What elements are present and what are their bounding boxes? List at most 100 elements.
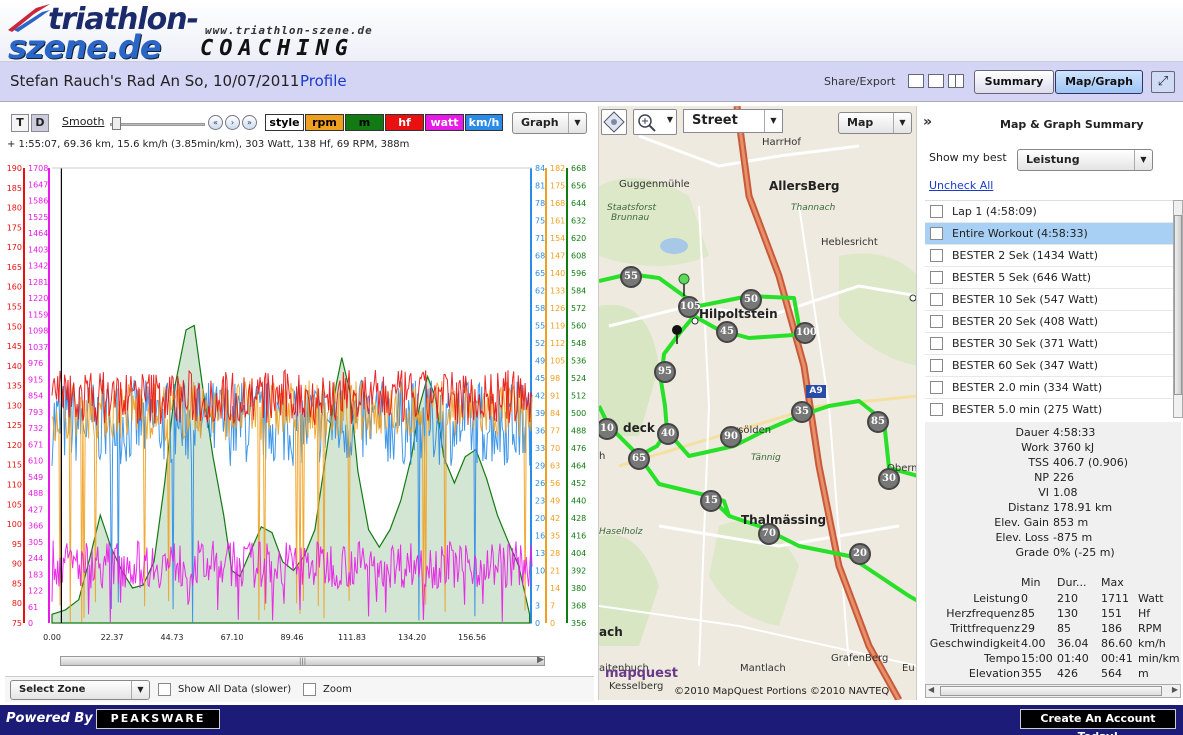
map-panel[interactable]: HarrHof Guggenmühle AllersBerg Staatsforst B… [598, 106, 917, 700]
series-toggle-rpm[interactable]: rpm [305, 114, 344, 131]
nav-last-icon[interactable]: » [242, 115, 257, 130]
lap-checkbox[interactable] [930, 381, 943, 394]
map-style-dropdown[interactable]: Street ▼ [683, 109, 783, 133]
km-marker[interactable]: 50 [740, 289, 762, 311]
map-place-label: h [599, 451, 606, 462]
nav-next-icon[interactable]: › [225, 115, 240, 130]
elevation-axis-tick: 500 [571, 409, 586, 418]
series-toggle-style[interactable]: style [265, 114, 304, 131]
zoom-checkbox[interactable] [303, 683, 316, 696]
hf-axis-tick: 75 [12, 619, 22, 628]
elevation-axis-tick: 356 [571, 619, 586, 628]
create-account-button[interactable]: Create An Account Today! [1020, 709, 1176, 735]
lap-checkbox[interactable] [930, 293, 943, 306]
lap-list-item[interactable]: Entire Workout (4:58:33) [925, 223, 1173, 245]
lap-list-item[interactable]: BESTER 30 Sek (371 Watt) [925, 333, 1173, 355]
minmax-cell: m [1138, 667, 1149, 680]
lap-list-scrollbar[interactable] [1173, 200, 1183, 418]
stat-value: 4:58:33 [1053, 426, 1096, 439]
km-marker[interactable]: 90 [720, 426, 742, 448]
minmax-cell: Tempo [983, 652, 1020, 665]
km-marker[interactable]: 40 [657, 423, 679, 445]
lap-checkbox[interactable] [930, 249, 943, 262]
uncheck-all-link[interactable]: Uncheck All [929, 179, 993, 192]
graph-type-dropdown[interactable]: Graph ▼ [512, 112, 587, 134]
km-marker[interactable]: 105 [678, 296, 701, 318]
km-marker[interactable]: 65 [628, 448, 650, 470]
series-toggle-kmh[interactable]: km/h [465, 114, 503, 131]
layout-single-icon[interactable] [908, 74, 924, 88]
lap-list-item[interactable]: Lap 1 (4:58:09) [925, 201, 1173, 223]
scrollbar-thumb[interactable] [940, 686, 1162, 696]
map-pan-icon[interactable] [601, 109, 627, 135]
scroll-right-icon[interactable]: ▶ [1172, 685, 1178, 694]
lap-list-item[interactable]: BESTER 2.0 min (334 Watt) [925, 377, 1173, 399]
map-zoom-control[interactable]: ▼ [633, 109, 677, 135]
series-toggle-m[interactable]: m [345, 114, 384, 131]
lap-checkbox[interactable] [930, 227, 943, 240]
lap-checkbox[interactable] [930, 205, 943, 218]
map-graph-button[interactable]: Map/Graph [1055, 70, 1143, 94]
minmax-row: Geschwindigkeit 4.00 36.04 86.60 km/h [925, 637, 1181, 652]
layout-wide-icon[interactable] [928, 74, 944, 88]
hf-axis-tick: 115 [7, 461, 22, 470]
workout-chart[interactable]: 1901851801751701651601551501451401351301… [5, 164, 594, 654]
page-title: Stefan Rauch's Rad An So, 10/07/2011 [10, 72, 300, 90]
series-toggle-hf[interactable]: hf [385, 114, 424, 131]
km-marker[interactable]: 15 [700, 490, 722, 512]
km-marker[interactable]: 85 [867, 411, 889, 433]
map-place-label: Kesselberg [609, 681, 664, 692]
nav-first-icon[interactable]: « [208, 115, 223, 130]
summary-hscrollbar[interactable]: ◀ ▶ [925, 684, 1181, 698]
collapse-panel-icon[interactable]: » [923, 114, 932, 130]
elevation-axis-tick: 668 [571, 164, 586, 173]
lap-list-item[interactable]: BESTER 10 Sek (547 Watt) [925, 289, 1173, 311]
km-marker[interactable]: 100 [794, 322, 817, 344]
smooth-slider-track[interactable] [110, 123, 205, 126]
lap-list-item[interactable]: BESTER 20 Sek (408 Watt) [925, 311, 1173, 333]
hf-axis-tick: 140 [7, 362, 22, 371]
summary-button[interactable]: Summary [974, 70, 1054, 94]
time-axis-button[interactable]: T [11, 114, 29, 132]
scroll-left-icon[interactable]: ◀ [928, 685, 934, 694]
km-marker[interactable]: 20 [849, 543, 871, 565]
lap-checkbox[interactable] [930, 271, 943, 284]
share-export-link[interactable]: Share/Export [824, 75, 895, 88]
minmax-cell: min/km [1138, 652, 1180, 665]
km-marker[interactable]: 30 [878, 468, 900, 490]
layout-split-icon[interactable] [948, 74, 964, 88]
smooth-slider-handle[interactable] [112, 117, 121, 130]
distance-axis-button[interactable]: D [31, 114, 49, 132]
lap-list-item[interactable]: BESTER 5 Sek (646 Watt) [925, 267, 1173, 289]
km-marker[interactable]: 35 [791, 401, 813, 423]
minmax-cell: Hf [1138, 607, 1151, 620]
km-marker[interactable]: 45 [716, 321, 738, 343]
select-zone-dropdown[interactable]: Select Zone ▼ [10, 680, 150, 700]
scroll-right-icon[interactable]: ▶ [537, 655, 547, 667]
expand-icon[interactable]: ⤢ [1151, 71, 1175, 93]
show-all-data-checkbox[interactable] [158, 683, 171, 696]
elevation-axis-tick: 452 [571, 479, 586, 488]
lap-list-item[interactable]: BESTER 5.0 min (275 Watt) [925, 399, 1173, 418]
chart-range-scrollbar[interactable]: ||| [60, 656, 545, 666]
lap-checkbox[interactable] [930, 337, 943, 350]
series-toggle-watt[interactable]: watt [425, 114, 464, 131]
profile-link[interactable]: Profile [300, 72, 347, 90]
lap-list-item[interactable]: BESTER 60 Sek (347 Watt) [925, 355, 1173, 377]
scrollbar-thumb[interactable] [1174, 215, 1182, 395]
km-marker[interactable]: 55 [620, 266, 642, 288]
map-type-dropdown[interactable]: Map ▼ [838, 112, 912, 134]
lap-checkbox[interactable] [930, 403, 943, 416]
graph-cursor-info: + 1:55:07, 69.36 km, 15.6 km/h (3.85min/… [7, 139, 410, 150]
km-marker[interactable]: 95 [654, 361, 676, 383]
map-canvas[interactable] [599, 106, 917, 700]
lap-checkbox[interactable] [930, 359, 943, 372]
hf-axis-tick: 95 [12, 540, 22, 549]
watt-axis-tick: 488 [28, 489, 43, 498]
lap-list-item[interactable]: BESTER 2 Sek (1434 Watt) [925, 245, 1173, 267]
lap-checkbox[interactable] [930, 315, 943, 328]
show-best-dropdown[interactable]: Leistung ▼ [1017, 149, 1153, 171]
peaksware-logo[interactable]: PEAKSWARE [96, 709, 220, 729]
km-marker[interactable]: 70 [758, 523, 780, 545]
elevation-axis-tick: 464 [571, 462, 586, 471]
